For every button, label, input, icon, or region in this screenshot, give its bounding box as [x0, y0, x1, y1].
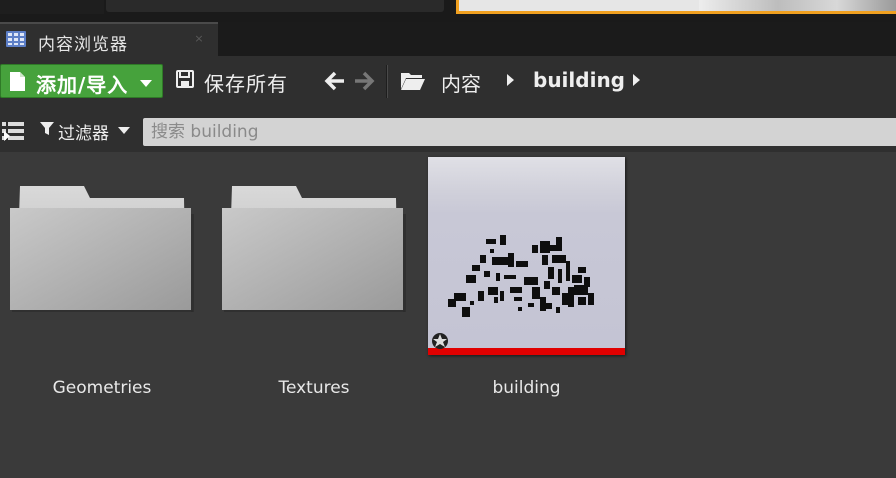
add-import-button[interactable]: 添加/导入 [0, 64, 163, 98]
asset-type-underline [428, 348, 625, 355]
tab-title: 内容浏览器 [38, 35, 128, 55]
save-all-button[interactable]: 保存所有 [174, 68, 300, 96]
folder-icon [10, 186, 194, 312]
funnel-icon [40, 122, 54, 135]
top-panel-strip [0, 0, 896, 22]
asset-map-building[interactable] [428, 157, 625, 355]
map-asset-star-icon [432, 333, 448, 349]
asset-grid: Geometries Textures building [0, 152, 896, 478]
chevron-down-icon [140, 80, 152, 87]
filter-dropdown[interactable]: 过滤器 [38, 118, 134, 144]
tree-view-icon[interactable] [2, 122, 24, 142]
filter-label: 过滤器 [58, 124, 109, 144]
breadcrumb-content[interactable]: 内容 [441, 68, 481, 97]
toolbar-separator [386, 65, 388, 98]
asset-name: building [492, 378, 561, 398]
tab-row: 内容浏览器 × [0, 22, 896, 56]
save-icon [176, 70, 194, 88]
asset-name: Geometries [52, 378, 152, 398]
filter-bar: 过滤器 [0, 106, 896, 152]
arrow-left-icon[interactable] [324, 70, 346, 92]
chevron-right-icon[interactable] [507, 74, 514, 86]
add-import-label: 添加/导入 [36, 73, 129, 97]
panel-edge-left [0, 0, 104, 14]
folder-open-icon[interactable] [400, 71, 426, 91]
content-browser-icon [6, 31, 26, 47]
asset-folder-textures[interactable]: Textures [212, 152, 424, 412]
viewport-preview [456, 0, 896, 14]
search-input[interactable] [143, 118, 896, 146]
chevron-down-icon [118, 127, 130, 134]
folder-icon [222, 186, 406, 312]
breadcrumb-building[interactable]: building [533, 68, 625, 92]
tab-content-browser[interactable]: 内容浏览器 × [0, 22, 218, 56]
panel-edge-middle [106, 0, 444, 12]
chevron-right-icon[interactable] [633, 74, 640, 86]
asset-name: Textures [278, 378, 350, 398]
arrow-right-icon[interactable] [353, 70, 375, 92]
close-icon[interactable]: × [193, 33, 205, 45]
asset-folder-geometries[interactable]: Geometries [0, 152, 212, 412]
new-document-icon [10, 72, 25, 91]
toolbar: 添加/导入 保存所有 内容 building [0, 56, 896, 106]
save-all-label: 保存所有 [204, 72, 288, 96]
map-thumbnail [428, 157, 625, 348]
